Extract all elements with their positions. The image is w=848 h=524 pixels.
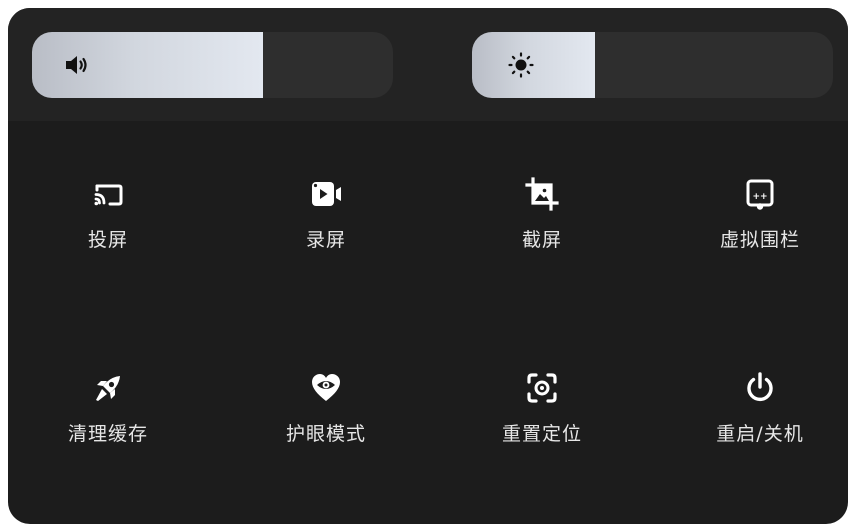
- virtual-fence-icon: ++: [743, 177, 777, 211]
- power-tile[interactable]: 重启/关机: [660, 371, 848, 491]
- clear-cache-tile[interactable]: 清理缓存: [8, 371, 208, 491]
- recenter-label: 重置定位: [501, 423, 582, 445]
- cast-icon: [91, 177, 125, 211]
- eye-heart-icon: [309, 371, 343, 405]
- brightness-icon: [507, 52, 535, 78]
- eye-care-tile[interactable]: 护眼模式: [226, 371, 426, 491]
- clear-cache-label: 清理缓存: [67, 423, 148, 445]
- virtual-fence-tile[interactable]: ++ 虚拟围栏: [660, 177, 848, 297]
- screen-record-icon: [309, 177, 343, 211]
- brightness-slider[interactable]: [472, 32, 833, 98]
- cast-label: 投屏: [87, 229, 128, 251]
- rocket-icon: [91, 371, 125, 405]
- quick-settings-panel: 投屏 录屏 截屏 ++ 虚拟围栏 清理缓存 护眼模式 重置定位 重启/关机: [8, 8, 848, 524]
- recenter-tile[interactable]: 重置定位: [442, 371, 642, 491]
- volume-icon: [63, 52, 91, 78]
- quick-actions-grid: 投屏 录屏 截屏 ++ 虚拟围栏 清理缓存 护眼模式 重置定位 重启/关机: [8, 121, 848, 524]
- screenshot-tile[interactable]: 截屏: [442, 177, 642, 297]
- volume-slider[interactable]: [32, 32, 393, 98]
- power-label: 重启/关机: [716, 423, 804, 445]
- recenter-icon: [525, 371, 559, 405]
- eye-care-label: 护眼模式: [285, 423, 366, 445]
- screenshot-crop-icon: [525, 177, 559, 211]
- virtual-fence-label: 虚拟围栏: [719, 229, 800, 251]
- screen-record-tile[interactable]: 录屏: [226, 177, 426, 297]
- power-icon: [743, 371, 777, 405]
- screenshot-label: 截屏: [521, 229, 562, 251]
- screen-record-label: 录屏: [305, 229, 346, 251]
- cast-tile[interactable]: 投屏: [8, 177, 208, 297]
- svg-text:++: ++: [752, 192, 767, 202]
